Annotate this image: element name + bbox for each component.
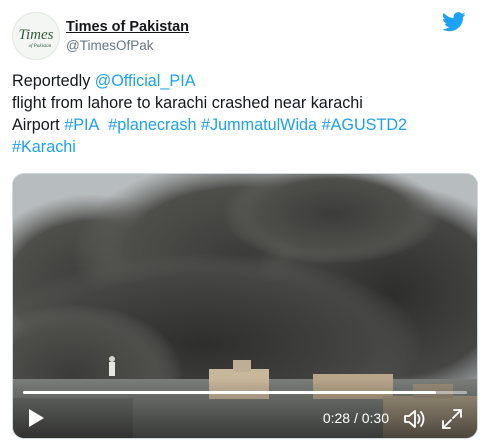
video-time: 0:28 / 0:30 bbox=[322, 410, 389, 426]
hashtag[interactable]: #AGUSTD2 bbox=[322, 116, 407, 134]
times-of-pakistan-logo: Times of Pakistan bbox=[18, 27, 53, 49]
account-handle[interactable]: @TimesOfPak bbox=[66, 37, 189, 55]
volume-icon[interactable] bbox=[403, 408, 427, 430]
progress-fill bbox=[23, 391, 436, 394]
hashtag[interactable]: #planecrash bbox=[108, 116, 196, 134]
video-controls: 0:28 / 0:30 bbox=[13, 378, 477, 438]
progress-bar[interactable] bbox=[23, 391, 467, 394]
logo-text: Times bbox=[18, 27, 53, 43]
tweet-text-part: Airport bbox=[12, 116, 65, 134]
fullscreen-icon[interactable] bbox=[441, 408, 463, 430]
account-names: Times of Pakistan @TimesOfPak bbox=[66, 18, 189, 55]
tweet-text-part: flight from lahore to karachi crashed ne… bbox=[12, 94, 363, 112]
tweet-header: Times of Pakistan Times of Pakistan @Tim… bbox=[12, 12, 189, 60]
twitter-bird-icon[interactable] bbox=[442, 12, 466, 32]
hashtag[interactable]: #PIA bbox=[64, 116, 99, 134]
hashtag[interactable]: #JummatulWida bbox=[201, 116, 317, 134]
logo-subtext: of Pakistan bbox=[29, 44, 52, 49]
play-icon[interactable] bbox=[27, 408, 45, 428]
tweet-text-part: Reportedly bbox=[12, 72, 95, 90]
video-player[interactable]: 0:28 / 0:30 bbox=[12, 173, 478, 439]
tweet-card: Times of Pakistan Times of Pakistan @Tim… bbox=[0, 0, 480, 442]
tweet-text: Reportedly @Official_PIA flight from lah… bbox=[12, 70, 472, 158]
mention-official-pia[interactable]: @Official_PIA bbox=[95, 72, 196, 90]
display-name[interactable]: Times of Pakistan bbox=[66, 18, 189, 36]
avatar[interactable]: Times of Pakistan bbox=[12, 12, 60, 60]
hashtag[interactable]: #Karachi bbox=[12, 138, 76, 156]
